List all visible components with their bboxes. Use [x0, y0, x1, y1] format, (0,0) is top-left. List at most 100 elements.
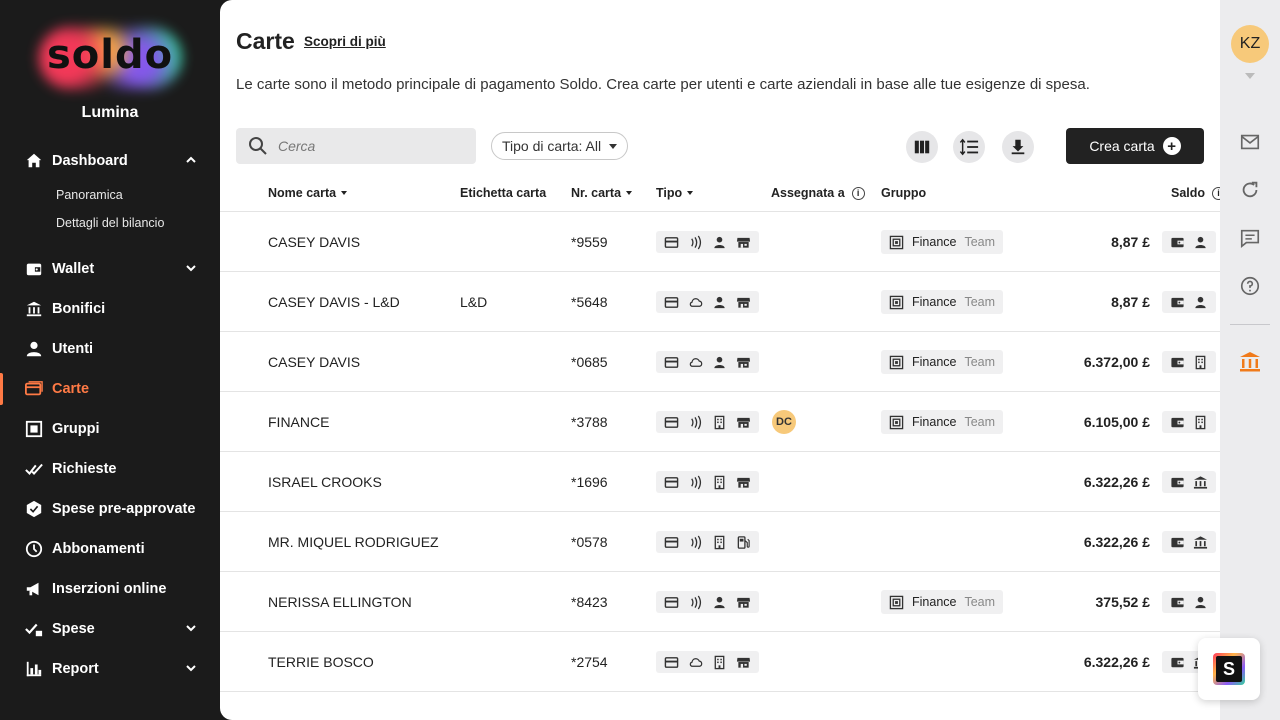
card-name: NERISSA ELLINGTON	[268, 594, 412, 610]
sidebar-item-abbonamenti[interactable]: Abbonamenti	[0, 529, 220, 569]
bank-icon	[1193, 475, 1208, 490]
columns-icon	[914, 140, 930, 154]
column-header-type[interactable]: Tipo	[656, 186, 694, 200]
balance-amount: 8,87 £	[1111, 294, 1150, 310]
sidebar-item-utenti[interactable]: Utenti	[0, 329, 220, 369]
columns-button[interactable]	[906, 131, 938, 163]
sidebar-item-gruppi[interactable]: Gruppi	[0, 409, 220, 449]
cloud-icon	[688, 655, 703, 670]
sidebar-item-richieste[interactable]: Richieste	[0, 449, 220, 489]
table-row[interactable]: FINANCE *3788 DC Finance Team 6.105,00 £	[220, 392, 1220, 452]
soldo-app-launcher[interactable]: S	[1198, 638, 1260, 700]
user-icon	[712, 595, 727, 610]
user-icon	[1193, 235, 1208, 250]
search-input[interactable]	[278, 138, 458, 154]
user-icon	[712, 295, 727, 310]
store-icon	[736, 595, 751, 610]
card-number: *2754	[571, 654, 608, 670]
sidebar-item-bonifici[interactable]: Bonifici	[0, 289, 220, 329]
card-type	[656, 632, 759, 692]
group-name: Finance	[912, 235, 957, 249]
column-header-balance: Saldo i	[1171, 186, 1220, 200]
refresh-icon[interactable]	[1238, 178, 1262, 202]
column-header-card-label: Etichetta carta	[460, 186, 547, 200]
download-button[interactable]	[1002, 131, 1034, 163]
mail-icon[interactable]	[1238, 130, 1262, 154]
table-row[interactable]: CASEY DAVIS - L&D L&D *5648 Finance Team 8,87…	[220, 272, 1220, 332]
group-name: Finance	[912, 295, 957, 309]
store-icon	[736, 655, 751, 670]
sidebar-subitem-overview[interactable]: Panoramica	[0, 181, 220, 209]
balance-amount: 8,87 £	[1111, 234, 1150, 250]
table-row[interactable]: TERRIE BOSCO *2754 6.322,26 £	[220, 632, 1220, 692]
wallet-cell	[1162, 212, 1216, 272]
divider	[1230, 324, 1270, 325]
assignee-avatar[interactable]: DC	[772, 410, 796, 434]
clock-icon	[24, 539, 44, 559]
wallet-icon	[1170, 475, 1185, 490]
sidebar-item-label: Wallet	[52, 261, 95, 277]
card-type	[656, 512, 759, 572]
company-icon	[712, 535, 727, 550]
learn-more-link[interactable]: Scopri di più	[304, 34, 386, 49]
table-row[interactable]: MR. MIQUEL RODRIGUEZ *0578 6.322,26 £	[220, 512, 1220, 572]
create-card-button[interactable]: Crea carta +	[1066, 128, 1204, 164]
group-chip[interactable]: Finance Team	[881, 230, 1004, 254]
wallet-icon	[1170, 595, 1185, 610]
wallet-cell	[1162, 272, 1216, 332]
sidebar-item-carte[interactable]: Carte	[0, 369, 220, 409]
card-icon	[664, 295, 679, 310]
sidebar-item-inserzioni-online[interactable]: Inserzioni online	[0, 569, 220, 609]
group-chip[interactable]: Finance Team	[881, 410, 1004, 434]
sort-icon	[687, 191, 694, 195]
logo-text: soldo	[46, 32, 174, 78]
group-chip[interactable]: Finance Team	[881, 350, 1004, 374]
info-icon[interactable]: i	[1212, 186, 1220, 200]
card-icon	[664, 415, 679, 430]
sidebar-item-wallet[interactable]: Wallet	[0, 249, 220, 289]
group-cell: Finance Team	[881, 272, 1004, 332]
user-icon	[712, 235, 727, 250]
card-type-filter[interactable]: Tipo di carta: All	[491, 132, 629, 160]
contactless-icon	[688, 415, 703, 430]
search-icon	[249, 137, 267, 155]
download-icon	[1011, 139, 1025, 155]
company-icon	[712, 415, 727, 430]
plus-icon: +	[1162, 137, 1181, 155]
bank-icon[interactable]	[1238, 350, 1262, 374]
column-header-card-name[interactable]: Nome carta	[268, 186, 348, 200]
column-header-card-number[interactable]: Nr. carta	[571, 186, 633, 200]
expenses-icon	[24, 619, 44, 639]
table-row[interactable]: NERISSA ELLINGTON *8423 Finance Team 375,52 …	[220, 572, 1220, 632]
group-icon	[889, 235, 904, 250]
chat-icon[interactable]	[1238, 226, 1262, 250]
sidebar-item-spese[interactable]: Spese	[0, 609, 220, 649]
density-button[interactable]	[953, 131, 985, 163]
group-chip[interactable]: Finance Team	[881, 290, 1004, 314]
sidebar-item-dashboard[interactable]: Dashboard	[0, 141, 220, 181]
soldo-logo[interactable]: soldo	[30, 22, 190, 94]
table-row[interactable]: CASEY DAVIS *9559 Finance Team 8,87 £	[220, 212, 1220, 272]
group-type: Team	[964, 595, 996, 609]
page-title: Carte	[236, 28, 295, 54]
table-row[interactable]: CASEY DAVIS *0685 Finance Team 6.372,00 £	[220, 332, 1220, 392]
group-chip[interactable]: Finance Team	[881, 590, 1004, 614]
sidebar-subitem-balance-details[interactable]: Dettagli del bilancio	[0, 209, 220, 237]
sidebar-item-report[interactable]: Report	[0, 649, 220, 689]
card-name: CASEY DAVIS - L&D	[268, 294, 400, 310]
help-icon[interactable]	[1238, 274, 1262, 298]
card-type	[656, 572, 759, 632]
table-row[interactable]: ISRAEL CROOKS *1696 6.322,26 £	[220, 452, 1220, 512]
chevron-down-icon[interactable]	[1245, 73, 1255, 79]
user-avatar[interactable]: KZ	[1231, 25, 1269, 63]
wallet-icon	[1170, 295, 1185, 310]
group-cell: Finance Team	[881, 392, 1004, 452]
chevron-down-icon	[186, 665, 196, 672]
sidebar-item-label: Dashboard	[52, 153, 128, 169]
info-icon[interactable]: i	[851, 186, 865, 200]
bank-icon	[1193, 535, 1208, 550]
sidebar-item-spese-pre-approvate[interactable]: Spese pre-approvate	[0, 489, 220, 529]
card-name: MR. MIQUEL RODRIGUEZ	[268, 534, 439, 550]
search-box[interactable]	[236, 128, 476, 164]
sidebar-item-label: Carte	[52, 381, 90, 397]
